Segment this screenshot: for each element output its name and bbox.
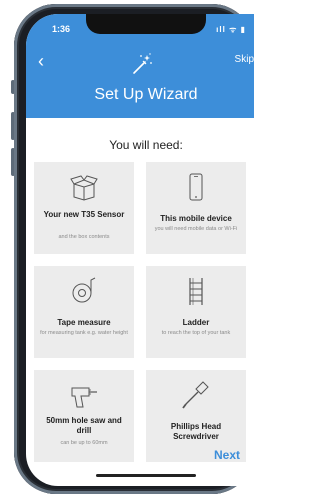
item-card-sensor: Your new T35 Sensor and the box contents xyxy=(34,162,134,254)
item-note: and the box contents xyxy=(58,234,110,240)
ladder-icon xyxy=(189,278,203,305)
screwdriver-icon xyxy=(182,381,209,409)
item-label: 50mm hole saw and drill xyxy=(46,416,122,435)
item-note: for measuring tank e.g. water height xyxy=(40,330,128,336)
item-card-hole-saw-drill: 50mm hole saw and drill can be up to 60m… xyxy=(34,370,134,462)
item-note: to reach the top of your tank xyxy=(161,330,231,336)
home-indicator xyxy=(96,474,196,477)
phone-icon xyxy=(189,173,203,201)
next-button[interactable]: Next xyxy=(214,448,240,462)
item-note: you will need mobile data or Wi-Fi xyxy=(154,226,238,232)
app-screen: 1:36 ıll ᯤ ▮ ‹ Skip Set Up Wizard You wi… xyxy=(26,14,254,486)
skip-button[interactable]: Skip xyxy=(235,54,254,65)
item-label: Phillips Head Screwdriver xyxy=(170,422,222,441)
item-label: Your new T35 Sensor xyxy=(43,210,125,219)
item-note: can be up to 60mm xyxy=(60,440,108,446)
box-icon xyxy=(70,175,98,201)
item-card-mobile-device: This mobile device you will need mobile … xyxy=(146,162,246,254)
page-title: Set Up Wizard xyxy=(94,86,198,103)
status-bar: 1:36 ıll ᯤ ▮ xyxy=(26,24,254,40)
item-card-tape-measure: Tape measure for measuring tank e.g. wat… xyxy=(34,266,134,358)
requirements-heading: You will need: xyxy=(109,138,183,152)
item-label: Tape measure xyxy=(57,318,111,327)
drill-icon xyxy=(71,387,97,408)
status-time: 1:36 xyxy=(52,24,71,34)
back-button[interactable]: ‹ xyxy=(38,50,60,72)
tape-measure-icon xyxy=(72,277,96,303)
item-label: This mobile device xyxy=(160,214,232,223)
item-card-ladder: Ladder to reach the top of your tank xyxy=(146,266,246,358)
status-icons: ıll ᯤ ▮ xyxy=(216,25,246,34)
magic-wand-icon xyxy=(133,53,152,74)
item-label: Ladder xyxy=(182,318,210,327)
wizard-header: 1:36 ıll ᯤ ▮ ‹ Skip Set Up Wizard xyxy=(26,14,254,118)
